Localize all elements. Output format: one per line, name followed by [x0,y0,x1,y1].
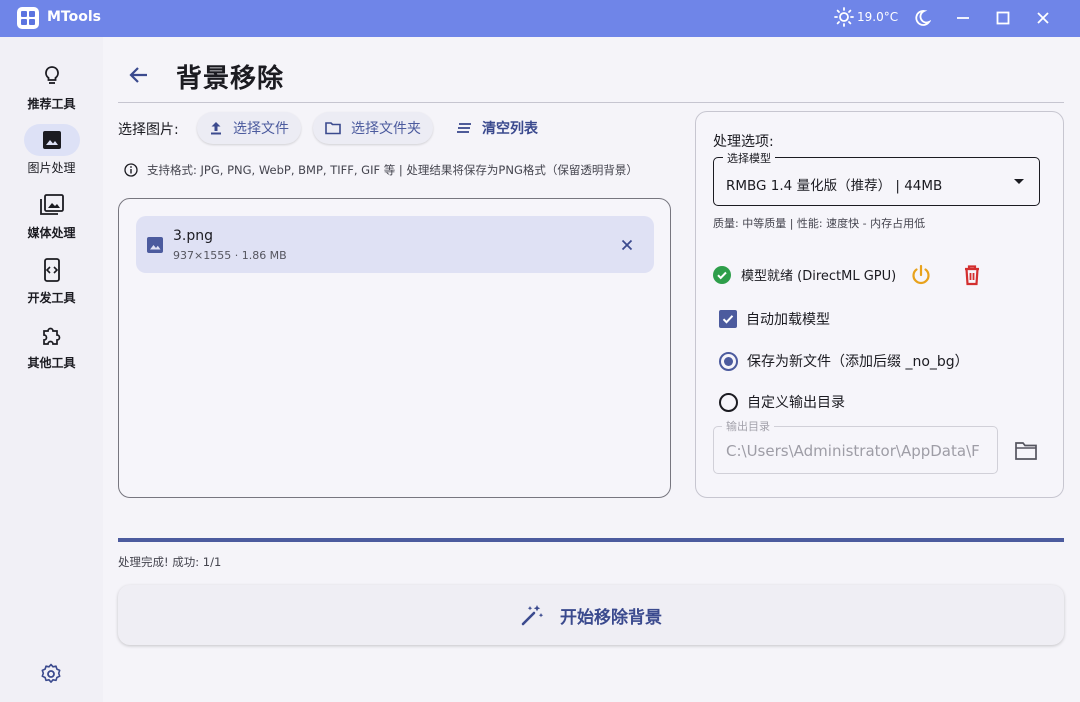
code-icon [24,254,80,286]
browse-folder-icon[interactable] [1014,440,1038,462]
file-list-item[interactable]: 3.png 937×1555 · 1.86 MB [136,216,654,273]
puzzle-icon [24,319,80,351]
temperature-text: 19.0°C [857,10,899,24]
settings-gear-icon[interactable] [40,663,62,685]
radio-selected-icon [719,351,738,371]
custom-output-dir-radio[interactable]: 自定义输出目录 [719,392,845,412]
output-dir-value: C:\Users\Administrator\AppData\F [726,442,980,460]
format-info: 支持格式: JPG, PNG, WebP, BMP, TIFF, GIF 等 |… [124,162,638,178]
format-info-text: 支持格式: JPG, PNG, WebP, BMP, TIFF, GIF 等 |… [147,163,638,177]
image-file-icon [147,237,163,253]
lightbulb-icon [24,60,80,92]
start-remove-background-button[interactable]: 开始移除背景 [118,585,1064,645]
app-title: MTools [47,9,101,25]
custom-output-dir-label: 自定义输出目录 [747,395,845,411]
file-name: 3.png [173,228,214,244]
progress-bar [118,538,1064,542]
select-file-label: 选择文件 [233,121,289,137]
sidebar-item-label: 图片处理 [27,161,76,175]
upload-icon [211,122,221,135]
select-folder-button[interactable]: 选择文件夹 [313,112,433,144]
file-list: 3.png 937×1555 · 1.86 MB [118,198,671,498]
radio-unselected-icon [719,392,738,412]
auto-load-label: 自动加载模型 [746,312,830,328]
sidebar-item-image[interactable]: 图片处理 [0,124,103,176]
maximize-icon[interactable] [991,6,1015,30]
file-meta: 937×1555 · 1.86 MB [173,249,287,262]
sidebar-item-other[interactable]: 其他工具 [0,319,103,371]
sun-icon [834,7,854,27]
sidebar-item-recommended[interactable]: 推荐工具 [0,60,103,112]
model-select-dropdown[interactable]: 选择模型 RMBG 1.4 量化版（推荐） | 44MB [713,150,1040,206]
clear-all-icon [457,123,471,133]
magic-wand-icon [521,605,544,626]
divider [118,102,1064,103]
model-select-legend: 选择模型 [723,150,775,166]
select-images-label: 选择图片: [118,122,179,138]
select-folder-label: 选择文件夹 [351,121,421,137]
delete-trash-icon[interactable] [960,263,984,287]
image-icon [23,124,80,156]
save-new-file-radio[interactable]: 保存为新文件（添加后缀 _no_bg） [719,351,969,371]
sidebar-item-dev[interactable]: 开发工具 [0,254,103,306]
model-status-text: 模型就绪 (DirectML GPU) [741,269,897,284]
back-arrow-icon[interactable] [126,62,152,88]
minimize-icon[interactable] [951,6,975,30]
model-status: 模型就绪 (DirectML GPU) [713,265,896,284]
auto-load-checkbox[interactable]: 自动加载模型 [719,309,830,329]
theme-toggle-moon-icon[interactable] [910,6,934,30]
progress-status-text: 处理完成! 成功: 1/1 [118,555,222,569]
processing-options-panel: 处理选项: 选择模型 RMBG 1.4 量化版（推荐） | 44MB 质量: 中… [695,111,1064,498]
options-title: 处理选项: [713,134,774,150]
app-logo-icon [17,7,39,29]
model-select-value: RMBG 1.4 量化版（推荐） | 44MB [726,178,943,194]
close-icon[interactable] [1031,6,1055,30]
start-button-label: 开始移除背景 [560,607,662,628]
sidebar-item-label: 开发工具 [27,291,76,305]
power-icon[interactable] [909,263,933,287]
folder-icon [325,122,341,135]
sidebar: 推荐工具 图片处理 媒体处理 开发工具 其他工具 [0,37,103,702]
select-file-button[interactable]: 选择文件 [197,112,301,144]
page-title: 背景移除 [176,64,285,94]
sidebar-item-label: 其他工具 [27,356,76,370]
sidebar-item-label: 推荐工具 [27,97,76,111]
output-dir-legend: 输出目录 [722,418,774,434]
save-new-file-label: 保存为新文件（添加后缀 _no_bg） [747,354,969,370]
sidebar-item-media[interactable]: 媒体处理 [0,189,103,241]
dropdown-caret-icon [1014,179,1024,184]
info-icon [124,163,138,177]
media-library-icon [24,189,80,221]
remove-file-close-icon[interactable] [617,235,637,255]
sidebar-item-label: 媒体处理 [27,226,76,240]
checkbox-checked-icon [719,310,737,328]
clear-list-button[interactable]: 清空列表 [456,112,538,144]
progress-bar-fill [118,538,1064,542]
clear-list-label: 清空列表 [482,121,538,137]
model-description: 质量: 中等质量 | 性能: 速度快 - 内存占用低 [713,217,926,230]
check-circle-icon [713,265,731,284]
title-bar: MTools 19.0°C [0,0,1080,37]
